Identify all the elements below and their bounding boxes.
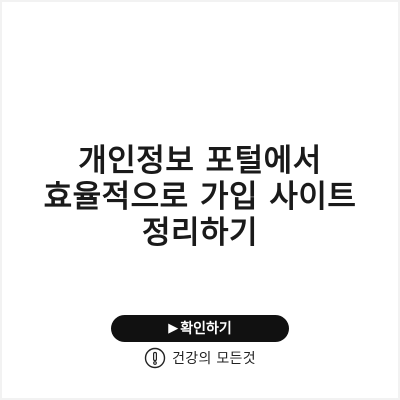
headline-line-1: 개인정보 포털에서: [78, 143, 322, 179]
headline-line-3: 정리하기: [141, 215, 259, 251]
brand: 건강의 모든것: [0, 345, 400, 371]
play-arrow-icon: ▶: [168, 321, 179, 336]
confirm-button[interactable]: ▶ 확인하기: [111, 315, 289, 342]
brand-name: 건강의 모든것: [172, 351, 256, 367]
headline: 개인정보 포털에서 효율적으로 가입 사이트 정리하기: [0, 143, 400, 251]
headline-line-2: 효율적으로 가입 사이트: [43, 179, 357, 215]
confirm-button-label: 확인하기: [180, 320, 232, 337]
exclamation-circle-icon: [144, 347, 166, 369]
